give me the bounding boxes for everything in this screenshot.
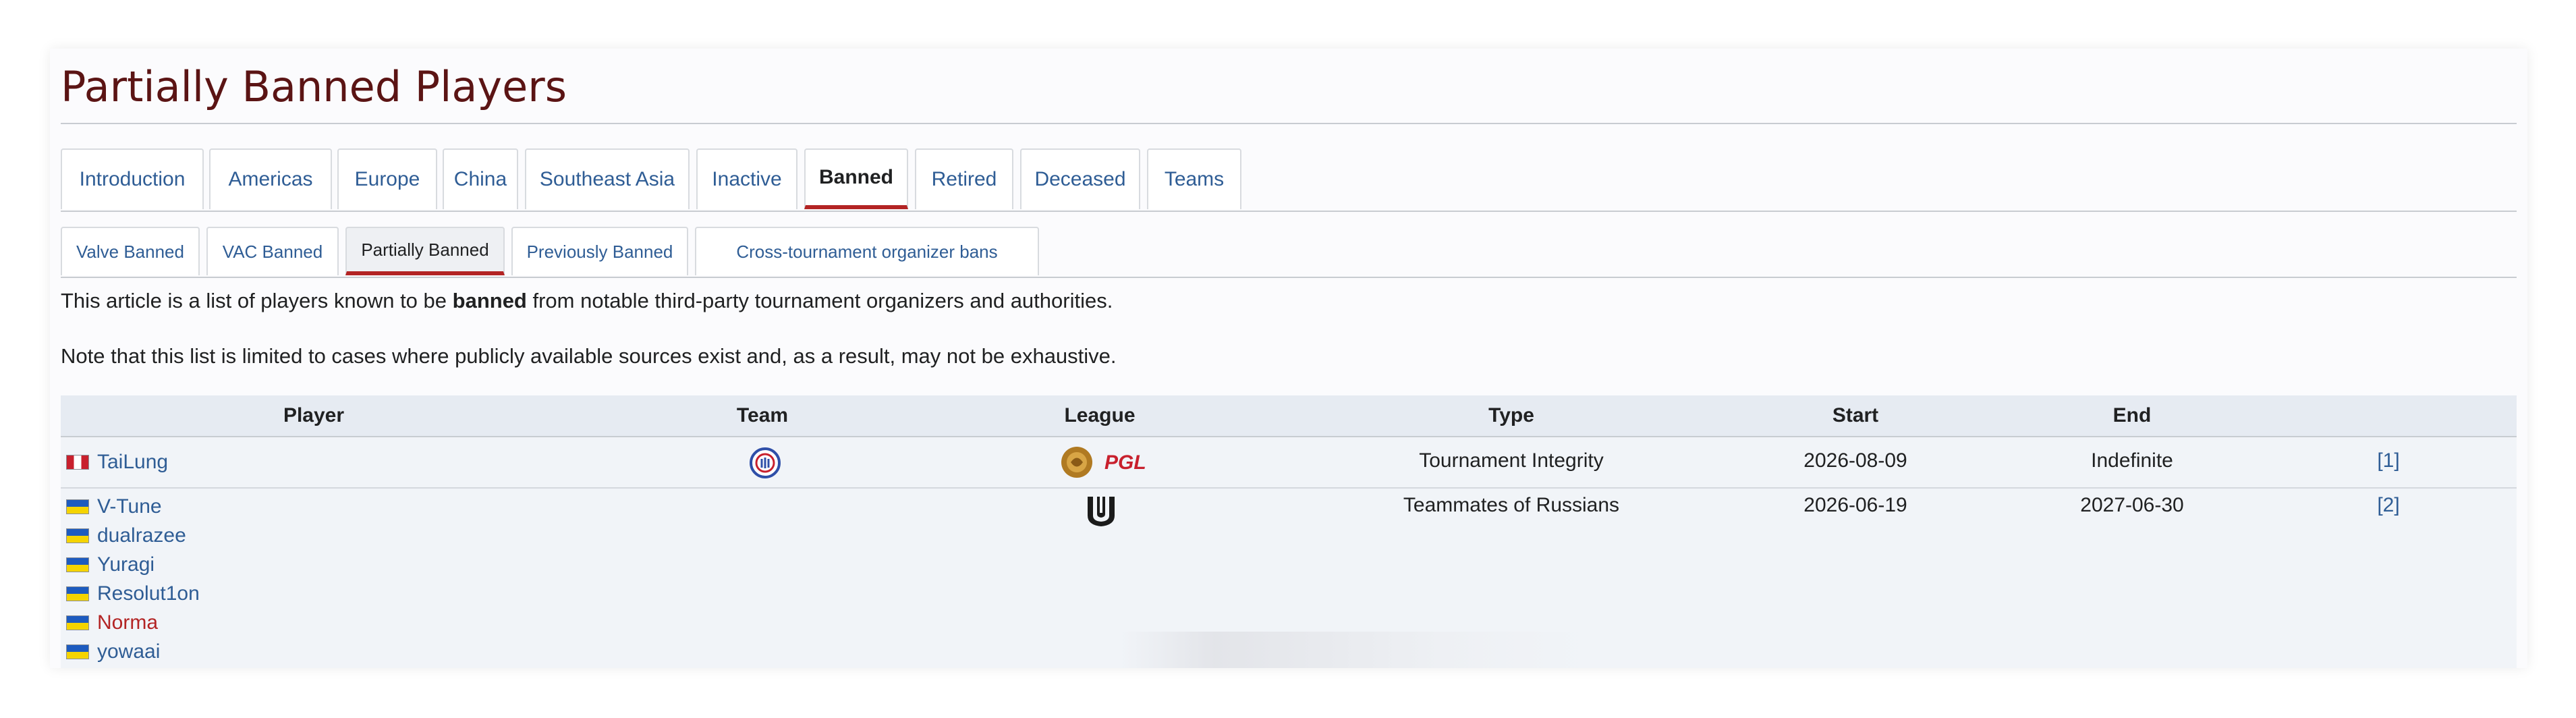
player-entry[interactable]: Yuragi bbox=[66, 551, 155, 579]
player-entry[interactable]: TaiLung bbox=[66, 448, 168, 476]
banned-players-table: Player Team League Type Start End TaiLun… bbox=[61, 395, 2517, 668]
tab-inactive[interactable]: Inactive bbox=[696, 148, 797, 209]
ukraine-flag-icon bbox=[66, 528, 89, 543]
tab-southeast-asia[interactable]: Southeast Asia bbox=[525, 148, 690, 209]
tab-retired[interactable]: Retired bbox=[915, 148, 1013, 209]
subtab-partially-banned[interactable]: Partially Banned bbox=[345, 227, 505, 275]
tab-deceased[interactable]: Deceased bbox=[1020, 148, 1140, 209]
reference-link[interactable]: [2] bbox=[2355, 494, 2422, 517]
ban-type: Teammates of Russians bbox=[1403, 494, 1620, 516]
scroll-fade-overlay bbox=[1120, 632, 1592, 668]
title-divider bbox=[61, 123, 2517, 124]
player-link-missing[interactable]: Norma bbox=[97, 611, 158, 634]
player-link[interactable]: TaiLung bbox=[97, 451, 168, 474]
intro-text-end: from notable third-party tournament orga… bbox=[526, 289, 1113, 312]
peru-flag-icon bbox=[66, 455, 89, 470]
header-league: League bbox=[1064, 404, 1136, 426]
page-title: Partially Banned Players bbox=[61, 62, 567, 111]
content-page: Partially Banned Players Introduction Am… bbox=[50, 49, 2527, 668]
player-entry[interactable]: Norma bbox=[66, 609, 158, 637]
end-date: Indefinite bbox=[2091, 449, 2173, 472]
intro-paragraph: This article is a list of players known … bbox=[61, 289, 1113, 313]
pgl-logo-text: PGL bbox=[1104, 451, 1146, 474]
intro-bold-banned: banned bbox=[452, 289, 527, 312]
intro-text-start: This article is a list of players known … bbox=[61, 289, 453, 312]
team-logo-icon[interactable] bbox=[749, 447, 781, 479]
league-emblem-icon[interactable] bbox=[1082, 491, 1120, 529]
ukraine-flag-icon bbox=[66, 615, 89, 630]
header-player: Player bbox=[283, 404, 345, 426]
ban-type: Tournament Integrity bbox=[1419, 449, 1604, 472]
subtab-cross-tournament-organizer-bans[interactable]: Cross-tournament organizer bans bbox=[695, 227, 1039, 275]
ukraine-flag-icon bbox=[66, 586, 89, 601]
header-ref bbox=[2287, 395, 2490, 436]
subtab-valve-banned[interactable]: Valve Banned bbox=[61, 227, 200, 275]
ukraine-flag-icon bbox=[66, 644, 89, 659]
tab-banned[interactable]: Banned bbox=[804, 148, 908, 209]
note-paragraph: Note that this list is limited to cases … bbox=[61, 344, 1117, 368]
tab-introduction[interactable]: Introduction bbox=[61, 148, 204, 209]
subtab-previously-banned[interactable]: Previously Banned bbox=[511, 227, 688, 275]
start-date: 2026-08-09 bbox=[1803, 449, 1907, 472]
player-link[interactable]: Yuragi bbox=[97, 553, 155, 576]
reference-link[interactable]: [1] bbox=[2355, 449, 2422, 472]
ukraine-flag-icon bbox=[66, 499, 89, 514]
table-row: TaiLung PGL Tournament Integrity 2026-08… bbox=[61, 437, 2517, 489]
player-entry[interactable]: Resolut1on bbox=[66, 580, 200, 608]
end-date: 2027-06-30 bbox=[2080, 494, 2184, 516]
table-header-row: Player Team League Type Start End bbox=[61, 395, 2517, 437]
player-link[interactable]: dualrazee bbox=[97, 524, 186, 547]
player-entry[interactable]: yowaai bbox=[66, 638, 160, 666]
player-link[interactable]: Resolut1on bbox=[97, 582, 200, 605]
player-entry[interactable]: dualrazee bbox=[66, 522, 186, 550]
ukraine-flag-icon bbox=[66, 557, 89, 572]
sub-tabs: Valve Banned VAC Banned Partially Banned… bbox=[61, 227, 2517, 278]
header-end: End bbox=[2112, 404, 2152, 426]
header-team: Team bbox=[736, 404, 789, 426]
tab-china[interactable]: China bbox=[443, 148, 518, 209]
tab-americas[interactable]: Americas bbox=[209, 148, 332, 209]
tab-teams[interactable]: Teams bbox=[1147, 148, 1241, 209]
player-entry[interactable]: V-Tune bbox=[66, 493, 162, 521]
subtab-vac-banned[interactable]: VAC Banned bbox=[206, 227, 339, 275]
player-link[interactable]: V-Tune bbox=[97, 495, 162, 518]
main-tabs: Introduction Americas Europe China South… bbox=[61, 148, 2517, 212]
header-type: Type bbox=[1488, 404, 1534, 426]
player-link[interactable]: yowaai bbox=[97, 640, 160, 663]
start-date: 2026-06-19 bbox=[1803, 494, 1907, 516]
tab-europe[interactable]: Europe bbox=[337, 148, 437, 209]
header-start: Start bbox=[1832, 404, 1879, 426]
